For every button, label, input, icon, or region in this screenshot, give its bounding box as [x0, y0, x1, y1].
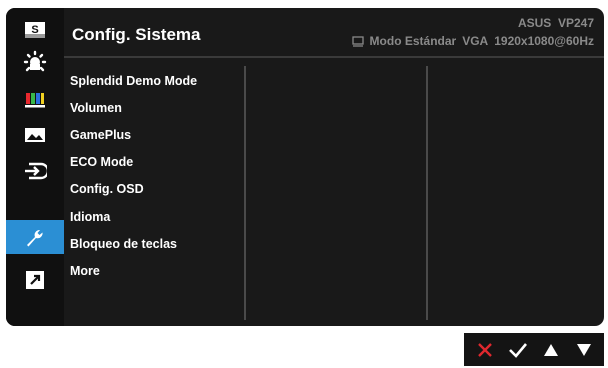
menu-item-key-lock[interactable]: Bloqueo de teclas [70, 237, 177, 251]
sidebar: S [6, 8, 64, 326]
menu-item-gameplus[interactable]: GamePlus [70, 128, 131, 142]
menu-item-osd-setup[interactable]: Config. OSD [70, 182, 144, 196]
sidebar-item-color[interactable] [6, 83, 64, 117]
svg-text:S: S [31, 24, 38, 36]
status-resolution: 1920x1080@60Hz [494, 34, 594, 48]
wrench-icon [27, 229, 43, 247]
model-name: ASUS VP247 [517, 16, 594, 30]
column-divider-1 [244, 66, 246, 320]
menu-item-volume[interactable]: Volumen [70, 101, 122, 115]
arrow-down-icon [576, 343, 591, 356]
sidebar-item-image[interactable] [6, 118, 64, 152]
status-line: Modo Estándar VGA 1920x1080@60Hz [351, 34, 594, 48]
input-select-icon [25, 162, 47, 180]
up-button[interactable] [536, 335, 566, 365]
image-icon [25, 128, 45, 142]
page-title: Config. Sistema [72, 25, 201, 44]
sidebar-item-input[interactable] [6, 154, 64, 188]
menu-item-splendid-demo-mode[interactable]: Splendid Demo Mode [70, 74, 197, 88]
brightness-icon [23, 50, 47, 72]
status-input: VGA [462, 34, 489, 48]
sidebar-item-shortcut[interactable] [6, 263, 64, 297]
sidebar-item-splendid[interactable]: S [6, 13, 64, 47]
shortcut-arrow-icon [26, 271, 44, 289]
sidebar-item-brightness[interactable] [6, 46, 64, 80]
column-divider-2 [426, 66, 428, 320]
menu-item-eco-mode[interactable]: ECO Mode [70, 155, 133, 169]
menu-item-more[interactable]: More [70, 264, 100, 278]
sidebar-item-system-setup[interactable] [6, 220, 64, 254]
nav-button-bar [464, 333, 604, 366]
down-button[interactable] [569, 335, 599, 365]
monitor-icon [351, 35, 364, 47]
color-bars-icon [25, 93, 45, 108]
menu-item-language[interactable]: Idioma [70, 210, 110, 224]
header-divider [64, 56, 604, 58]
splendid-s-icon: S [25, 22, 45, 38]
arrow-up-icon [543, 343, 558, 356]
close-button[interactable] [470, 335, 500, 365]
confirm-button[interactable] [503, 335, 533, 365]
check-icon [508, 342, 527, 358]
close-icon [477, 342, 492, 357]
status-mode: Modo Estándar [369, 34, 457, 48]
osd-panel: S Config. Sistema ASUS VP247 Modo Estánd… [6, 8, 604, 326]
